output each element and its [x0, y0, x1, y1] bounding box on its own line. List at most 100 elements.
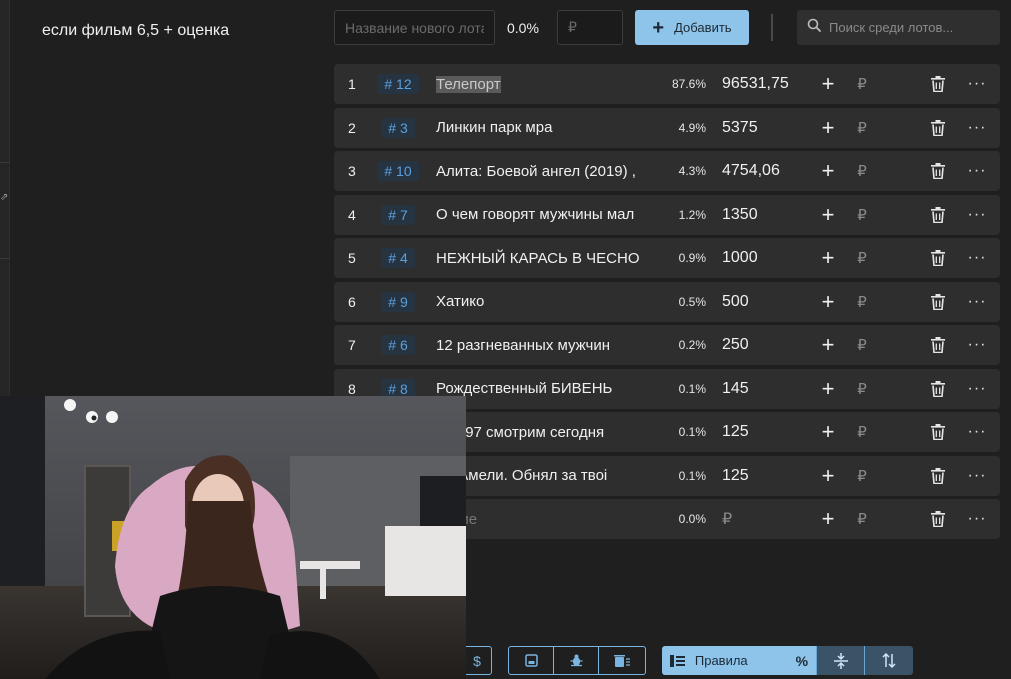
- external-link-icon[interactable]: ⇗: [0, 192, 8, 203]
- trash-icon[interactable]: [930, 412, 946, 452]
- lot-name-input[interactable]: НЕЖНЫЙ КАРАСЬ В ЧЕСНО: [436, 238, 648, 278]
- lot-name-input[interactable]: О чем говорят мужчины мал: [436, 195, 648, 235]
- webcam-overlay: [0, 396, 466, 679]
- ruble-icon[interactable]: ₽: [854, 238, 870, 278]
- save-button[interactable]: [509, 647, 554, 674]
- add-amount-plus-icon[interactable]: +: [818, 282, 838, 322]
- clear-lots-button[interactable]: [599, 647, 644, 674]
- lot-name-input[interactable]: Телепорт: [436, 64, 648, 104]
- add-amount-plus-icon[interactable]: +: [818, 195, 838, 235]
- debug-button[interactable]: [554, 647, 599, 674]
- lot-id-badge[interactable]: # 10: [377, 161, 419, 181]
- more-icon[interactable]: ···: [967, 325, 987, 365]
- trash-icon[interactable]: [930, 64, 946, 104]
- add-amount-plus-icon[interactable]: +: [818, 108, 838, 148]
- more-icon[interactable]: ···: [967, 238, 987, 278]
- lot-id-badge[interactable]: # 4: [381, 248, 415, 268]
- add-amount-plus-icon[interactable]: +: [818, 499, 838, 539]
- add-amount-plus-icon[interactable]: +: [818, 151, 838, 191]
- sidebar-divider: [0, 162, 10, 163]
- ruble-icon[interactable]: ₽: [854, 412, 870, 452]
- add-amount-plus-icon[interactable]: +: [818, 456, 838, 496]
- lot-row: 2 # 3 Линкин парк мра 4.9% 5375 + ₽ ···: [334, 107, 1000, 148]
- ruble-icon[interactable]: ₽: [854, 456, 870, 496]
- lot-name-input[interactable]: Хатико: [436, 282, 648, 322]
- percent-toggle[interactable]: %: [796, 653, 808, 669]
- lot-name-input[interactable]: ьм Амели. Обнял за твоі: [436, 456, 648, 496]
- lot-percent: 87.6%: [671, 77, 706, 91]
- ruble-icon[interactable]: ₽: [854, 282, 870, 322]
- more-icon[interactable]: ···: [967, 369, 987, 409]
- lot-amount[interactable]: 5375: [722, 108, 812, 148]
- lot-amount[interactable]: ₽: [722, 499, 812, 539]
- ruble-icon[interactable]: ₽: [854, 325, 870, 365]
- lot-name-input[interactable]: а 1997 смотрим сегодня: [436, 412, 648, 452]
- align-button[interactable]: [817, 646, 865, 675]
- ruble-icon[interactable]: ₽: [854, 151, 870, 191]
- trash-icon[interactable]: [930, 499, 946, 539]
- trash-icon[interactable]: [930, 195, 946, 235]
- lot-name-input[interactable]: Линкин парк мра: [436, 108, 648, 148]
- ruble-icon[interactable]: ₽: [854, 64, 870, 104]
- ruble-icon[interactable]: ₽: [854, 369, 870, 409]
- more-icon[interactable]: ···: [967, 456, 987, 496]
- lot-amount[interactable]: 250: [722, 325, 812, 365]
- more-icon[interactable]: ···: [967, 499, 987, 539]
- add-amount-plus-icon[interactable]: +: [818, 238, 838, 278]
- lot-id-badge[interactable]: # 7: [381, 204, 415, 225]
- lot-name-input[interactable]: Рождественный БИВЕНЬ: [436, 369, 648, 409]
- add-amount-plus-icon[interactable]: +: [818, 412, 838, 452]
- lot-name-input[interactable]: 12 разгневанных мужчин: [436, 325, 648, 365]
- more-icon[interactable]: ···: [967, 64, 987, 104]
- new-lot-name-input[interactable]: [334, 10, 495, 45]
- lot-amount[interactable]: 125: [722, 412, 812, 452]
- ruble-icon[interactable]: ₽: [854, 195, 870, 235]
- lot-amount[interactable]: 145: [722, 369, 812, 409]
- ruble-icon[interactable]: ₽: [854, 108, 870, 148]
- lot-amount[interactable]: 1000: [722, 238, 812, 278]
- trash-icon[interactable]: [930, 325, 946, 365]
- more-icon[interactable]: ···: [967, 412, 987, 452]
- toolbar-divider: [771, 14, 773, 41]
- lot-row: 3 # 10 Алита: Боевой ангел (2019) , 4.3% 475…: [334, 151, 1000, 191]
- lot-id-badge[interactable]: # 9: [381, 291, 415, 312]
- more-icon[interactable]: ···: [967, 108, 987, 148]
- trash-icon[interactable]: [930, 282, 946, 322]
- search-icon: [807, 18, 821, 37]
- trash-icon[interactable]: [930, 369, 946, 409]
- lot-amount[interactable]: 125: [722, 456, 812, 496]
- add-amount-plus-icon[interactable]: +: [818, 325, 838, 365]
- sort-button[interactable]: [865, 646, 913, 675]
- lot-id-badge[interactable]: # 12: [377, 74, 419, 94]
- lot-name-input[interactable]: Алита: Боевой ангел (2019) ,: [436, 151, 648, 191]
- rules-toolbar: Правила %: [662, 646, 913, 675]
- add-amount-plus-icon[interactable]: +: [818, 64, 838, 104]
- more-icon[interactable]: ···: [967, 195, 987, 235]
- lot-search[interactable]: [797, 10, 1000, 45]
- add-amount-plus-icon[interactable]: +: [818, 369, 838, 409]
- search-input[interactable]: [829, 20, 989, 35]
- lot-amount[interactable]: 4754,06: [722, 151, 812, 191]
- more-icon[interactable]: ···: [967, 282, 987, 322]
- lot-index: 2: [348, 119, 356, 136]
- lot-index: 6: [348, 293, 356, 310]
- lot-name-input[interactable]: вание: [436, 499, 648, 539]
- ruble-icon[interactable]: ₽: [854, 499, 870, 539]
- add-button-label: Добавить: [674, 20, 732, 35]
- dollar-button[interactable]: $: [463, 647, 491, 674]
- lot-row: 4 # 7 О чем говорят мужчины мал 1.2% 1350 + ₽ ·…: [334, 194, 1000, 235]
- lot-amount[interactable]: 1350: [722, 195, 812, 235]
- lot-amount[interactable]: 96531,75: [722, 64, 812, 104]
- add-lot-button[interactable]: + Добавить: [635, 10, 749, 45]
- lot-id-badge[interactable]: # 3: [381, 117, 415, 138]
- lot-amount[interactable]: 500: [722, 282, 812, 322]
- more-icon[interactable]: ···: [967, 151, 987, 191]
- trash-icon[interactable]: [930, 151, 946, 191]
- rules-button[interactable]: Правила %: [662, 646, 817, 675]
- new-lot-amount-input[interactable]: ₽: [557, 10, 623, 45]
- trash-icon[interactable]: [930, 108, 946, 148]
- trash-icon[interactable]: [930, 456, 946, 496]
- trash-icon[interactable]: [930, 238, 946, 278]
- lot-id-badge[interactable]: # 6: [381, 335, 415, 355]
- rules-text: если фильм 6,5 + оценка: [42, 22, 230, 39]
